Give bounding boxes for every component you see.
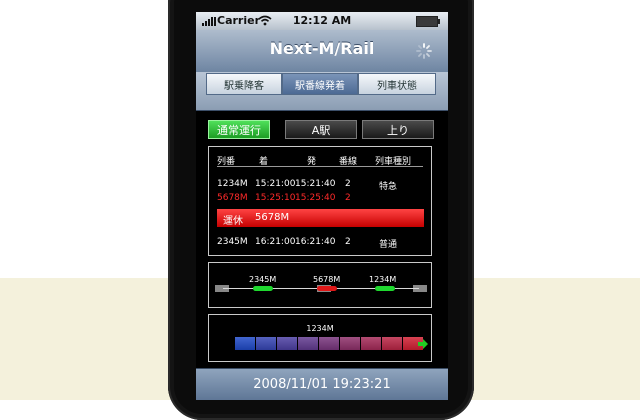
clock: 12:12 AM — [292, 14, 352, 27]
battery-icon — [416, 16, 440, 27]
position-bar-segment — [382, 337, 402, 350]
train-marker[interactable] — [375, 286, 395, 291]
position-train-label: 1234M — [306, 324, 334, 333]
train-type: 特急 — [379, 182, 398, 192]
operation-mode-button[interactable]: 通常運行 — [208, 120, 270, 139]
track-number: 2 — [345, 179, 351, 189]
phone-screen: Carrier 12:12 AM Next-M/Rail 駅乗降客 駅番線発着 … — [196, 12, 448, 400]
track-number: 2 — [345, 193, 351, 203]
train-marker-label: 2345M — [249, 275, 277, 284]
departure-time: 15:21:40 — [295, 179, 336, 189]
position-bar-segment — [277, 337, 297, 350]
table-row[interactable]: 5678M 15:25:10 15:25:40 2 — [209, 193, 431, 207]
train-position-bar — [235, 337, 423, 350]
suspension-label: 運休 — [223, 216, 243, 227]
train-marker[interactable] — [317, 286, 337, 291]
train-position-panel: 1234M — [208, 314, 432, 362]
navigation-bar: Next-M/Rail — [196, 30, 448, 73]
position-bar-segment — [256, 337, 276, 350]
suspension-alert-bar[interactable]: 運休 5678M — [217, 209, 424, 227]
train-marker-label: 5678M — [313, 275, 341, 284]
arrival-time: 16:21:00 — [255, 237, 296, 247]
position-bar-segment — [340, 337, 360, 350]
direction-button[interactable]: 上り — [362, 120, 434, 139]
tab-train-status[interactable]: 列車状態 — [358, 73, 436, 95]
arrival-time: 15:25:10 — [255, 193, 296, 203]
train-number: 1234M — [217, 179, 248, 189]
train-marker-label: 1234M — [369, 275, 397, 284]
position-bar-segment — [319, 337, 339, 350]
station-select-button[interactable]: A駅 — [285, 120, 357, 139]
tab-station-passengers[interactable]: 駅乗降客 — [206, 73, 282, 95]
train-number: 5678M — [217, 193, 248, 203]
table-row[interactable]: 2345M 16:21:00 16:21:40 2 普通 — [209, 237, 431, 251]
departure-time: 15:25:40 — [295, 193, 336, 203]
app-title: Next-M/Rail — [269, 39, 375, 58]
train-number: 2345M — [217, 237, 248, 247]
current-datetime: 2008/11/01 19:23:21 — [253, 377, 391, 392]
position-bar-segment — [298, 337, 318, 350]
arrival-time: 15:21:00 — [255, 179, 296, 189]
position-bar-segment — [361, 337, 381, 350]
table-row[interactable]: 1234M 15:21:00 15:21:40 2 特急 — [209, 179, 431, 193]
track-number: 2 — [345, 237, 351, 247]
arrow-right-icon — [418, 339, 428, 349]
status-bar: Carrier 12:12 AM — [196, 12, 448, 30]
footer-bar: 2008/11/01 19:23:21 — [196, 368, 448, 400]
train-marker[interactable] — [253, 286, 273, 291]
departure-time: 16:21:40 — [295, 237, 336, 247]
timetable-panel: 列番 着 発 番線 列車種別 1234M 15:21:00 15:21:40 2… — [208, 146, 432, 256]
track-diagram-panel: 2345M 5678M 1234M — [208, 262, 432, 308]
position-bar-segment — [235, 337, 255, 350]
header-divider — [217, 166, 423, 167]
suspended-train-number: 5678M — [255, 212, 290, 223]
tab-platform-departures[interactable]: 駅番線発着 — [282, 73, 358, 95]
loading-spinner-icon — [416, 43, 432, 59]
train-type: 普通 — [379, 240, 398, 250]
